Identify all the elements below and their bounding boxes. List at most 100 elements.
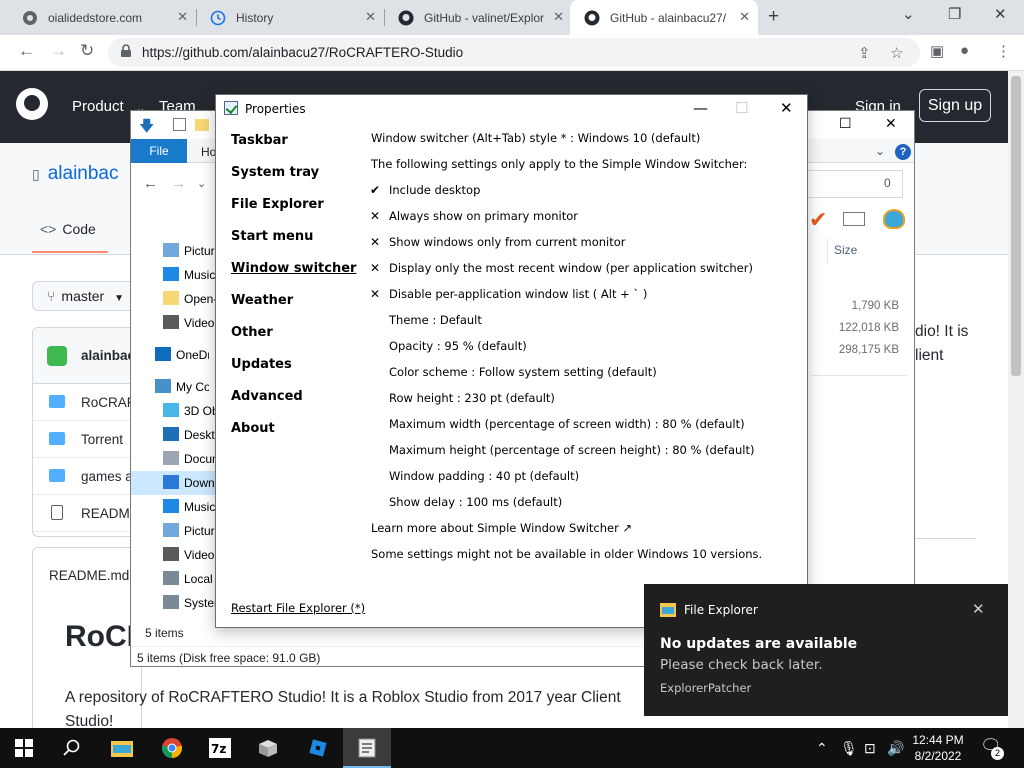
browser-tab[interactable]: History ✕	[196, 0, 384, 35]
sidebar-item-taskbar[interactable]: Taskbar	[231, 133, 288, 148]
nav-item[interactable]: 3D Objects	[131, 399, 217, 423]
scrollbar-thumb[interactable]	[1011, 76, 1021, 376]
dialog-titlebar[interactable]: Properties — ☐ ✕	[216, 95, 807, 123]
search-box[interactable]: 0	[803, 170, 903, 198]
setting-toggle[interactable]: ✕ Show windows only from current monitor	[370, 235, 626, 249]
sidebar-item-system-tray[interactable]: System tray	[231, 165, 319, 180]
address-bar[interactable]: https://github.com/alainbacu27/RoCRAFTER…	[108, 38, 920, 67]
browser-tab[interactable]: GitHub - valinet/Explor ✕	[384, 0, 572, 35]
back-arrow-icon[interactable]: ←	[143, 175, 158, 192]
nav-item[interactable]: Open-	[131, 287, 217, 311]
setting-item[interactable]: Window switcher (Alt+Tab) style * : Wind…	[371, 131, 700, 145]
nav-item[interactable]: Pictures	[131, 519, 217, 543]
close-window-icon[interactable]: ✕	[885, 115, 897, 132]
commit-author[interactable]: alainbac	[81, 348, 135, 363]
menu-icon[interactable]: ⋮	[996, 42, 1011, 60]
setting-item[interactable]: Color scheme : Follow system setting (de…	[389, 365, 657, 379]
roblox-icon[interactable]	[306, 736, 330, 760]
setting-toggle[interactable]: ✕ Disable per-application window list ( A…	[370, 287, 647, 301]
help-icon[interactable]: ?	[895, 144, 911, 160]
size-column-header[interactable]: Size	[827, 239, 907, 263]
file-row[interactable]: games a	[33, 458, 141, 495]
setting-item[interactable]: Theme : Default	[389, 313, 482, 327]
properties-icon[interactable]	[355, 736, 379, 760]
setting-toggle[interactable]: ✔ Include desktop	[370, 183, 480, 197]
reload-icon[interactable]: ↻	[80, 41, 94, 61]
nav-item[interactable]: Documents	[131, 447, 217, 471]
sidebar-item-advanced[interactable]: Advanced	[231, 389, 303, 404]
start-icon[interactable]	[12, 736, 36, 760]
close-icon[interactable]: ✕	[365, 9, 376, 25]
nav-item[interactable]: Videos	[131, 543, 217, 567]
setting-item[interactable]: Learn more about Simple Window Switcher …	[371, 521, 632, 535]
ribbon-file-tab[interactable]: File	[131, 139, 187, 163]
search-icon[interactable]	[60, 736, 84, 760]
setting-item[interactable]: Show delay : 100 ms (default)	[389, 495, 562, 509]
new-tab-button[interactable]: +	[768, 6, 779, 28]
nav-item[interactable]: Local Disk	[131, 567, 217, 591]
check-icon[interactable]: ✔	[809, 207, 827, 233]
setting-item[interactable]: Maximum height (percentage of screen hei…	[389, 443, 755, 457]
forward-arrow-icon[interactable]: →	[171, 175, 186, 192]
sidebar-item-updates[interactable]: Updates	[231, 357, 292, 372]
close-icon[interactable]: ✕	[553, 9, 564, 25]
repo-title[interactable]: ▯ alainbac	[32, 163, 119, 185]
sidebar-item-file-explorer[interactable]: File Explorer	[231, 197, 324, 212]
browser-tab[interactable]: oialidedstore.com ✕	[8, 0, 196, 35]
tab-code[interactable]: <> Code	[40, 221, 96, 237]
nav-item[interactable]: Music	[131, 263, 217, 287]
file-explorer-icon[interactable]	[110, 736, 134, 760]
setting-item[interactable]: The following settings only apply to the…	[371, 157, 747, 171]
chrome-icon[interactable]	[160, 736, 184, 760]
side-panel-icon[interactable]: ▣	[930, 42, 944, 60]
minimize-icon[interactable]: —	[693, 99, 708, 117]
microphone-icon[interactable]: 🎙	[840, 740, 858, 757]
rename-icon[interactable]	[843, 212, 865, 226]
nav-item[interactable]: Desktop	[131, 423, 217, 447]
back-arrow-icon[interactable]: ←	[18, 41, 35, 61]
close-icon[interactable]: ✕	[972, 600, 985, 618]
bookmark-star-icon[interactable]: ☆	[890, 44, 903, 62]
volume-icon[interactable]: 🔊	[887, 740, 904, 757]
installer-icon[interactable]	[256, 736, 280, 760]
system-clock[interactable]: 12:44 PM 8/2/2022	[908, 732, 968, 764]
sidebar-item-about[interactable]: About	[231, 421, 275, 436]
nav-item[interactable]: Music	[131, 495, 217, 519]
chevron-down-icon[interactable]: ⌄	[902, 5, 915, 23]
share-icon[interactable]: ⇪	[858, 44, 871, 62]
close-icon[interactable]: ✕	[177, 9, 188, 25]
sign-up-button[interactable]: Sign up	[919, 89, 991, 122]
sidebar-item-start-menu[interactable]: Start menu	[231, 229, 313, 244]
setting-toggle[interactable]: ✕ Always show on primary monitor	[370, 209, 578, 223]
github-logo-icon[interactable]	[16, 88, 48, 120]
sidebar-item-weather[interactable]: Weather	[231, 293, 293, 308]
sidebar-item-other[interactable]: Other	[231, 325, 273, 340]
forward-arrow-icon[interactable]: →	[50, 41, 67, 61]
restart-file-explorer-link[interactable]: Restart File Explorer (*)	[231, 601, 365, 615]
restore-icon[interactable]: ❐	[948, 5, 961, 23]
browser-tab-active[interactable]: GitHub - alainbacu27/ ✕	[570, 0, 758, 35]
nav-item[interactable]: My Computer	[131, 375, 217, 399]
nav-product[interactable]: Product	[72, 98, 124, 115]
avatar[interactable]	[47, 346, 67, 366]
network-icon[interactable]: ⊡	[864, 740, 876, 757]
file-row[interactable]: RoCRAF	[33, 384, 141, 421]
close-icon[interactable]: ✕	[780, 99, 793, 117]
nav-item[interactable]: System	[131, 591, 217, 615]
close-icon[interactable]: ✕	[739, 9, 750, 25]
chevron-down-icon[interactable]: ⌄	[875, 144, 885, 158]
setting-item[interactable]: Opacity : 95 % (default)	[389, 339, 527, 353]
chevron-down-icon[interactable]: ⌄	[197, 177, 206, 190]
maximize-icon[interactable]: ☐	[839, 115, 852, 132]
nav-item[interactable]: Pictures	[131, 239, 217, 263]
chevron-up-icon[interactable]: ⌃	[816, 740, 828, 757]
file-row[interactable]: READM	[33, 495, 141, 532]
notification-toast[interactable]: File Explorer ✕ No updates are available…	[644, 584, 1008, 716]
setting-toggle[interactable]: ✕ Display only the most recent window (pe…	[370, 261, 753, 275]
setting-item[interactable]: Maximum width (percentage of screen widt…	[389, 417, 745, 431]
nav-item[interactable]: Downloads	[131, 471, 217, 495]
nav-item[interactable]: Videos	[131, 311, 217, 335]
nav-item[interactable]: OneDrive	[131, 343, 217, 367]
setting-item[interactable]: Some settings might not be available in …	[371, 547, 762, 561]
profile-icon[interactable]: ●	[960, 42, 969, 59]
